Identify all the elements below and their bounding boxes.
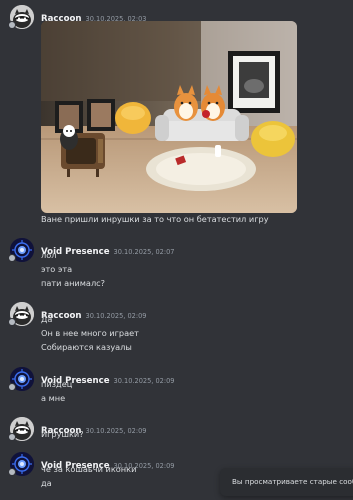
status-dot-icon <box>8 433 16 441</box>
status-dot-icon <box>8 318 16 326</box>
message-group: Void Presence 30.10.2025, 02:07 лол это э… <box>0 238 353 293</box>
message-text: это эта <box>41 264 73 274</box>
message-text: Да <box>41 314 53 324</box>
message-text: Ване пришли инрушки за то что он бетатес… <box>41 214 269 224</box>
old-messages-banner-text: Вы просматриваете старые сообщения <box>232 477 353 486</box>
message-photo-attachment[interactable] <box>41 21 297 213</box>
message-timestamp: 30.10.2025, 02:09 <box>113 377 175 385</box>
message-text: че за кошаьчи иконки <box>41 464 137 474</box>
status-dot-icon <box>8 254 16 262</box>
message-text: Он в нее много играет <box>41 328 139 338</box>
message-text: пиздец <box>41 379 73 389</box>
message-timestamp: 30.10.2025, 02:09 <box>85 427 147 435</box>
message-timestamp: 30.10.2025, 02:09 <box>85 312 147 320</box>
message-group: Raccoon 30.10.2025, 02:03 Ване пришли ин… <box>0 5 353 224</box>
chat-view[interactable]: Raccoon 30.10.2025, 02:03 Ване пришли ин… <box>0 0 353 500</box>
message-text: а мне <box>41 393 66 403</box>
message-text: да <box>41 478 52 488</box>
status-dot-icon <box>8 468 16 476</box>
status-dot-icon <box>8 21 16 29</box>
message-text: лол <box>41 250 57 260</box>
message-group: Raccoon 30.10.2025, 02:09 Игрушки? <box>0 417 353 442</box>
status-dot-icon <box>8 383 16 391</box>
message-group: Raccoon 30.10.2025, 02:09 Да Он в нее мно… <box>0 302 353 357</box>
message-text: пати анималс? <box>41 278 106 288</box>
message-group: Void Presence 30.10.2025, 02:09 пиздец а … <box>0 367 353 407</box>
message-text: Собираются казуалы <box>41 342 132 352</box>
message-timestamp: 30.10.2025, 02:07 <box>113 248 175 256</box>
message-text: Игрушки? <box>41 429 84 439</box>
old-messages-banner[interactable]: Вы просматриваете старые сообщения <box>220 468 353 496</box>
